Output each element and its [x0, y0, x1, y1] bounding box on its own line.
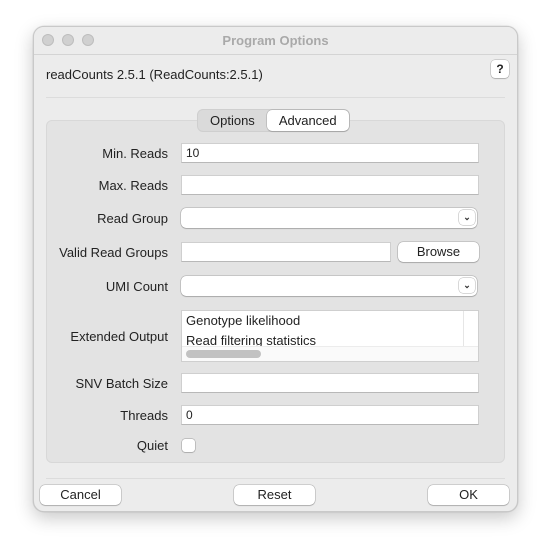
threads-label: Threads: [120, 408, 168, 423]
reset-button[interactable]: Reset: [234, 485, 315, 505]
ok-button[interactable]: OK: [428, 485, 509, 505]
snv-batch-size-label: SNV Batch Size: [75, 376, 169, 391]
threads-input[interactable]: [181, 405, 479, 425]
max-reads-label: Max. Reads: [98, 178, 168, 193]
title-bar: Program Options: [34, 27, 517, 55]
umi-count-label: UMI Count: [105, 279, 168, 294]
chevron-down-icon: ⌄: [459, 210, 475, 225]
min-reads-label: Min. Reads: [102, 146, 168, 161]
tab-bar: Options Advanced: [197, 109, 350, 132]
read-group-label: Read Group: [97, 211, 168, 226]
extended-output-list[interactable]: Genotype likelihood Read filtering stati…: [181, 310, 479, 362]
help-button[interactable]: ?: [491, 60, 509, 78]
min-reads-input[interactable]: [181, 143, 479, 163]
list-item[interactable]: Genotype likelihood: [182, 311, 478, 331]
umi-count-select[interactable]: ⌄: [181, 276, 477, 296]
tab-advanced[interactable]: Advanced: [266, 110, 349, 131]
program-options-dialog: Program Options readCounts 2.5.1 (ReadCo…: [33, 26, 518, 512]
browse-button[interactable]: Browse: [398, 242, 479, 262]
valid-read-groups-label: Valid Read Groups: [59, 245, 168, 260]
max-reads-input[interactable]: [181, 175, 479, 195]
horizontal-scrollbar-thumb[interactable]: [186, 350, 261, 358]
program-header: readCounts 2.5.1 (ReadCounts:2.5.1): [46, 67, 263, 82]
vertical-scrollbar-track: [463, 311, 464, 347]
cancel-button[interactable]: Cancel: [40, 485, 121, 505]
quiet-label: Quiet: [136, 438, 168, 453]
window-title: Program Options: [222, 33, 329, 48]
read-group-select[interactable]: ⌄: [181, 208, 477, 228]
tab-options[interactable]: Options: [198, 110, 267, 131]
valid-read-groups-input[interactable]: [181, 242, 391, 262]
horizontal-scrollbar[interactable]: [182, 346, 478, 361]
header-separator: [46, 97, 505, 98]
chevron-down-icon: ⌄: [459, 278, 475, 293]
footer-separator: [46, 478, 505, 479]
quiet-checkbox[interactable]: [182, 439, 195, 452]
extended-output-label: Extended Output: [70, 329, 168, 344]
snv-batch-size-input[interactable]: [181, 373, 479, 393]
